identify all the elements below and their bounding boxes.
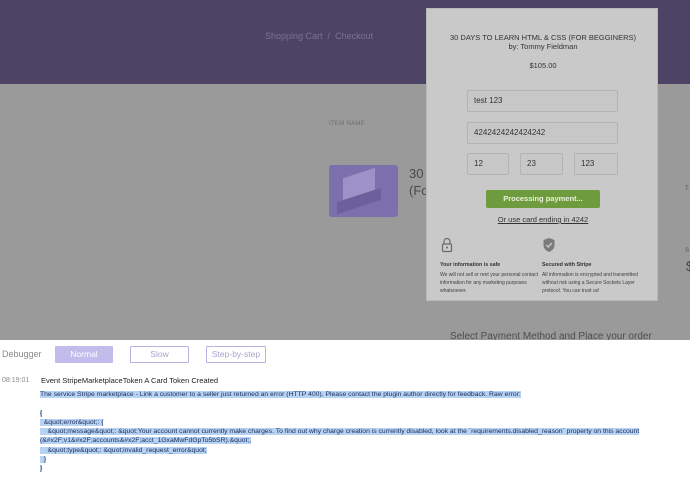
feature-heading: Secured with Stripe [542, 262, 592, 268]
checkout-page: Shopping Cart / Checkout ITEM NAME 30 (F… [0, 0, 690, 340]
debugger-panel: Debugger Normal Slow Step-by-step 08:19:… [0, 340, 690, 484]
shield-check-icon [543, 238, 555, 252]
course-thumbnail [329, 165, 398, 217]
feature-description: We will not sell or rent your personal c… [440, 272, 539, 294]
log-line: } [40, 456, 47, 464]
stripe-payment-modal: 30 DAYS TO LEARN HTML & CSS (FOR BEGGINE… [426, 8, 658, 301]
mode-normal-button[interactable]: Normal [55, 346, 113, 363]
info-safe-feature: Your information is safe We will not sel… [440, 237, 540, 295]
product-price: $105.00 [529, 61, 557, 70]
feature-description: All information is encrypted and transmi… [542, 272, 638, 294]
cardholder-name-input[interactable]: test 123 [467, 90, 618, 112]
product-title: 30 DAYS TO LEARN HTML & CSS (FOR BEGGINE… [449, 33, 636, 42]
log-line: (&#x2F;v1&#x2F;accounts&#x2F;acct_1GxaMw… [40, 437, 252, 445]
expiry-month-input[interactable]: 12 [467, 153, 509, 175]
log-line: &quot;message&quot;: &quot;Your account … [40, 428, 640, 436]
mode-slow-button[interactable]: Slow [130, 346, 189, 363]
mode-step-by-step-button[interactable]: Step-by-step [206, 346, 266, 363]
log-output: The service Stripe marketplace - Link a … [40, 390, 690, 474]
use-saved-card-link[interactable]: Or use card ending in 4242 [427, 215, 659, 224]
expiry-year-input[interactable]: 23 [520, 153, 563, 175]
log-line: { [40, 409, 43, 417]
breadcrumb-separator: / [327, 31, 331, 41]
log-line: &quot;type&quot;: &quot;invalid_request_… [40, 446, 207, 454]
breadcrumb-shopping-cart[interactable]: Shopping Cart [265, 31, 323, 41]
feature-heading: Your information is safe [440, 262, 501, 268]
lock-icon [441, 237, 453, 253]
breadcrumb-checkout[interactable]: Checkout [335, 31, 373, 41]
card-number-input[interactable]: 4242424242424242 [467, 122, 618, 144]
modal-title: 30 DAYS TO LEARN HTML & CSS (FOR BEGGINE… [427, 33, 659, 51]
log-line: The service Stripe marketplace - Link a … [40, 391, 521, 398]
pay-button[interactable]: Processing payment... [486, 190, 600, 208]
cvc-input[interactable]: 123 [574, 153, 618, 175]
debugger-label: Debugger [2, 349, 42, 359]
item-name-column-header: ITEM NAME [329, 121, 366, 127]
log-line: &quot;error&quot;: { [40, 418, 104, 426]
breadcrumb: Shopping Cart / Checkout [265, 31, 373, 41]
cart-column-fragment: T [685, 186, 689, 192]
product-author: by: Tommy Fieldman [508, 42, 578, 51]
select-payment-heading: Select Payment Method and Place your ord… [450, 331, 652, 340]
log-line: } [40, 465, 43, 473]
log-event-title: Event StripeMarketplaceToken A Card Toke… [41, 376, 219, 385]
cart-total-fragment: $ [686, 258, 690, 274]
cart-column-fragment: S [685, 248, 690, 254]
secured-stripe-feature: Secured with Stripe All information is e… [542, 237, 642, 295]
log-timestamp: 08:19:01 [2, 377, 30, 384]
